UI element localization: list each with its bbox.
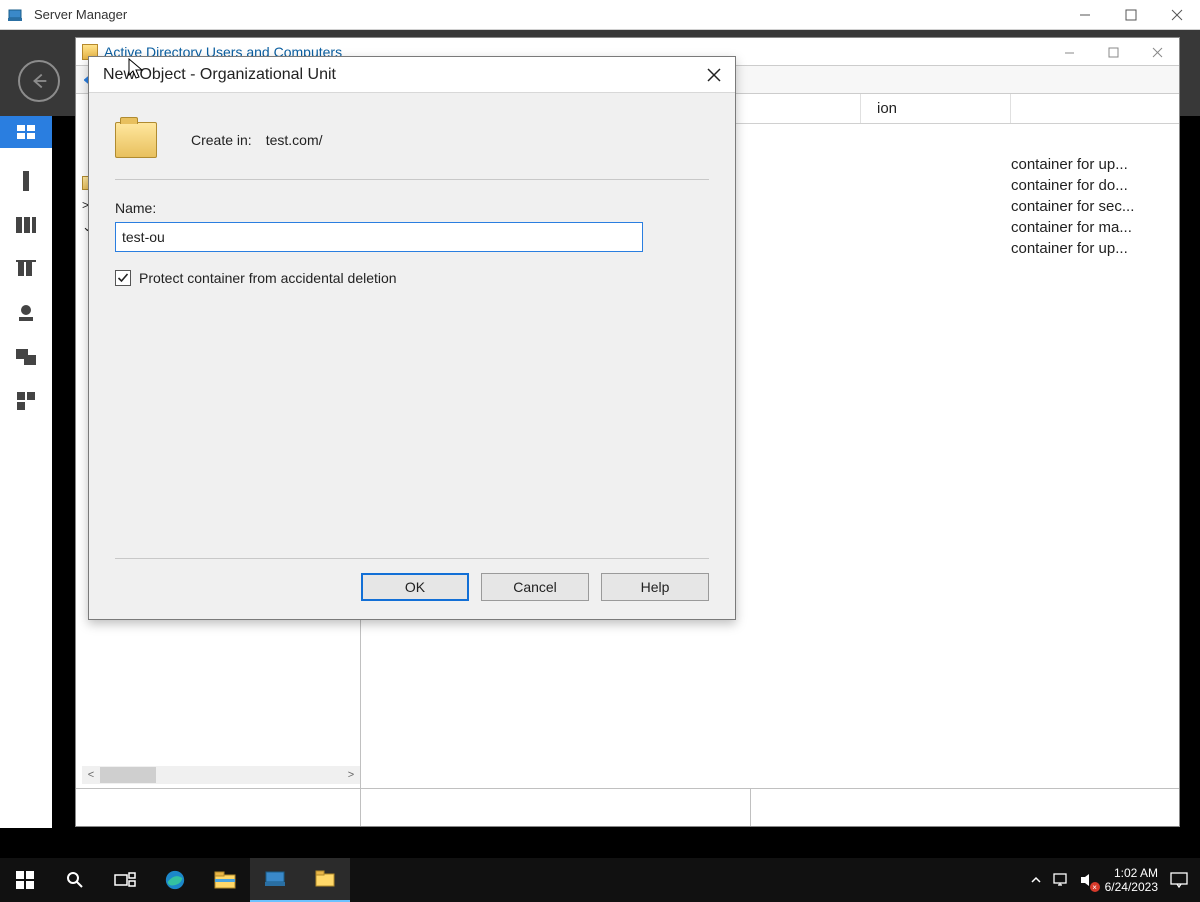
sidebar-adds[interactable] [15,258,37,280]
divider [115,179,709,180]
taskbar-explorer[interactable] [200,858,250,902]
window-title: Server Manager [34,7,127,22]
search-button[interactable] [50,858,100,902]
dialog-close-button[interactable] [699,61,729,89]
tray-volume-icon[interactable]: × [1079,871,1097,889]
aduc-status-bar [76,788,1179,826]
volume-muted-badge: × [1090,882,1100,892]
scroll-thumb[interactable] [100,767,156,783]
protect-label: Protect container from accidental deleti… [139,270,397,286]
dialog-title: New Object - Organizational Unit [89,57,735,93]
sidebar-file-services[interactable] [15,346,37,368]
name-input[interactable] [115,222,643,252]
aduc-maximize-button[interactable] [1091,38,1135,66]
server-manager-icon [6,6,24,24]
aduc-close-button[interactable] [1135,38,1179,66]
sidebar-item-6[interactable] [15,390,37,412]
taskbar-aduc[interactable] [300,858,350,902]
ok-button[interactable]: OK [361,573,469,601]
footer-divider [115,558,709,559]
task-view-button[interactable] [100,858,150,902]
help-button[interactable]: Help [601,573,709,601]
scroll-right-icon[interactable]: > [342,766,360,784]
tray-clock[interactable]: 1:02 AM 6/24/2023 [1105,866,1158,894]
tray-time: 1:02 AM [1105,866,1158,880]
create-in-value: test.com/ [266,132,323,148]
taskbar: × 1:02 AM 6/24/2023 [0,858,1200,902]
scroll-left-icon[interactable]: < [82,766,100,784]
minimize-button[interactable] [1062,0,1108,30]
column-description[interactable]: ion [861,94,1011,123]
close-button[interactable] [1154,0,1200,30]
tray-date: 6/24/2023 [1105,880,1158,894]
ou-folder-icon [115,122,157,158]
aduc-minimize-button[interactable] [1047,38,1091,66]
new-ou-dialog: New Object - Organizational Unit Create … [88,56,736,620]
sidebar-dns[interactable] [15,302,37,324]
protect-checkbox[interactable] [115,270,131,286]
name-label: Name: [115,200,709,216]
server-manager-titlebar: Server Manager [0,0,1200,30]
create-in-label: Create in: [191,132,252,148]
taskbar-server-manager[interactable] [250,858,300,902]
tray-notifications-icon[interactable] [1166,871,1192,889]
system-tray: × 1:02 AM 6/24/2023 [1027,866,1200,894]
tray-chevron-icon[interactable] [1027,871,1045,889]
back-button[interactable] [18,60,60,102]
start-button[interactable] [0,858,50,902]
maximize-button[interactable] [1108,0,1154,30]
cancel-button[interactable]: Cancel [481,573,589,601]
tray-network-icon[interactable] [1053,871,1071,889]
taskbar-edge[interactable] [150,858,200,902]
tree-horizontal-scrollbar[interactable]: < > [82,766,360,784]
